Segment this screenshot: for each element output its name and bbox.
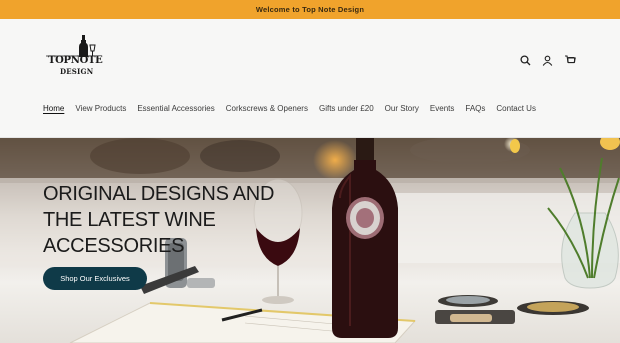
hero-banner: ORIGINAL DESIGNS AND THE LATEST WINE ACC…: [0, 138, 620, 343]
nav-view-products[interactable]: View Products: [75, 104, 126, 113]
hero-title-line-2: THE LATEST WINE: [43, 209, 216, 231]
announcement-text: Welcome to Top Note Design: [255, 5, 365, 14]
nav-corkscrews-openers[interactable]: Corkscrews & Openers: [226, 104, 308, 113]
nav-home[interactable]: Home: [43, 104, 64, 113]
nav-gifts-under-20[interactable]: Gifts under £20: [319, 104, 374, 113]
hero-title-line-1: ORIGINAL DESIGNS AND: [43, 183, 275, 205]
nav-contact-us[interactable]: Contact Us: [496, 104, 536, 113]
logo-wordmark: TOPNOTE: [48, 55, 103, 66]
wine-bottle-logo-icon: [46, 35, 96, 57]
site-header: TOPNOTE DESIGN Home View Products Essent…: [0, 19, 620, 138]
hero-title-line-3: ACCESSORIES: [43, 235, 185, 257]
nav-essential-accessories[interactable]: Essential Accessories: [137, 104, 214, 113]
nav-our-story[interactable]: Our Story: [385, 104, 419, 113]
announcement-bar: Welcome to Top Note Design: [0, 0, 620, 19]
account-icon[interactable]: [541, 54, 554, 67]
hero-title: ORIGINAL DESIGNS AND THE LATEST WINE ACC…: [43, 181, 293, 259]
nav-faqs[interactable]: FAQs: [465, 104, 485, 113]
nav-events[interactable]: Events: [430, 104, 454, 113]
search-icon[interactable]: [519, 54, 532, 67]
main-navigation: Home View Products Essential Accessories…: [43, 104, 536, 113]
logo-subword: DESIGN: [60, 67, 94, 76]
shop-exclusives-button[interactable]: Shop Our Exclusives: [43, 267, 147, 290]
cart-icon[interactable]: [563, 54, 576, 67]
site-logo[interactable]: TOPNOTE DESIGN: [44, 35, 103, 79]
